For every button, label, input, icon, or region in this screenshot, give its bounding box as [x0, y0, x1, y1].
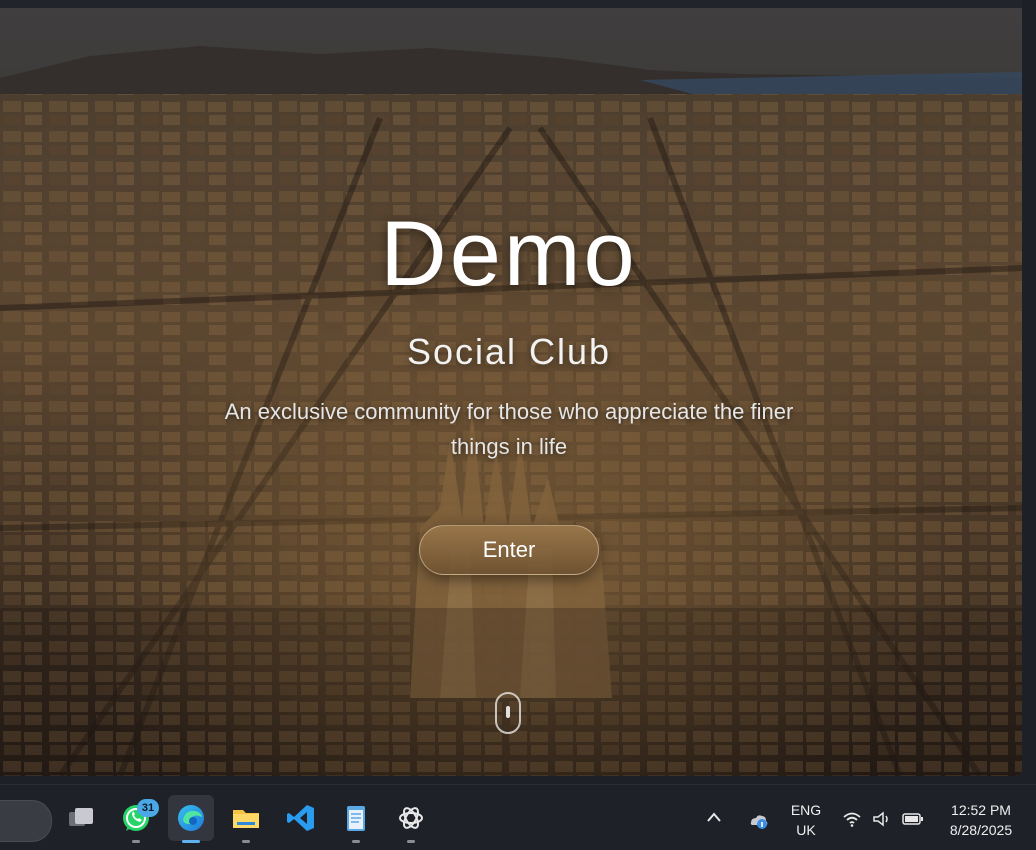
volume-icon[interactable]	[872, 810, 892, 833]
taskbar-whatsapp-button[interactable]: 31	[113, 795, 159, 843]
running-indicator	[352, 840, 360, 843]
clock-date: 8/28/2025	[949, 822, 1013, 838]
notepad-icon	[347, 806, 365, 831]
show-hidden-icons-chevron-icon[interactable]	[706, 810, 730, 830]
hero-subtitle: Social Club	[406, 331, 612, 372]
chatgpt-icon	[399, 807, 423, 829]
taskbar-notepad-button[interactable]	[333, 795, 379, 843]
taskbar-file-explorer-button[interactable]	[223, 795, 269, 843]
language-indicator[interactable]: ENG UK	[784, 800, 828, 840]
clock-time: 12:52 PM	[951, 802, 1011, 818]
window-top-edge	[0, 0, 1036, 8]
whatsapp-unread-badge: 31	[137, 799, 159, 817]
edge-browser-icon	[178, 805, 204, 831]
window-right-edge	[1022, 0, 1036, 776]
taskbar-edge-button[interactable]	[168, 795, 214, 843]
running-indicator	[407, 840, 415, 843]
hero-tagline: An exclusive community for those who app…	[224, 399, 794, 459]
scroll-down-indicator[interactable]	[495, 692, 521, 734]
taskbar-search-box[interactable]	[0, 800, 52, 842]
running-indicator	[182, 840, 200, 843]
enter-button[interactable]: Enter	[419, 525, 599, 575]
browser-viewport: Demo Social Club An exclusive community …	[0, 8, 1022, 776]
taskbar-task-view-button[interactable]	[58, 795, 104, 841]
onedrive-cloud-info-icon[interactable]	[747, 811, 769, 836]
language-code: ENG	[790, 802, 822, 818]
battery-icon[interactable]	[902, 811, 924, 832]
keyboard-layout: UK	[796, 822, 816, 838]
clock[interactable]: 12:52 PM 8/28/2025	[934, 800, 1028, 840]
wifi-icon[interactable]	[842, 810, 862, 833]
hero-section: Demo Social Club An exclusive community …	[0, 8, 1022, 776]
task-view-icon	[69, 808, 93, 826]
scroll-wheel-dot	[506, 706, 510, 718]
folder-icon	[233, 810, 259, 828]
running-indicator	[242, 840, 250, 843]
taskbar-vscode-button[interactable]	[278, 795, 324, 841]
taskbar-chatgpt-button[interactable]	[388, 795, 434, 843]
hero-title: Demo	[380, 203, 638, 305]
running-indicator	[132, 840, 140, 843]
vscode-icon	[287, 805, 314, 831]
